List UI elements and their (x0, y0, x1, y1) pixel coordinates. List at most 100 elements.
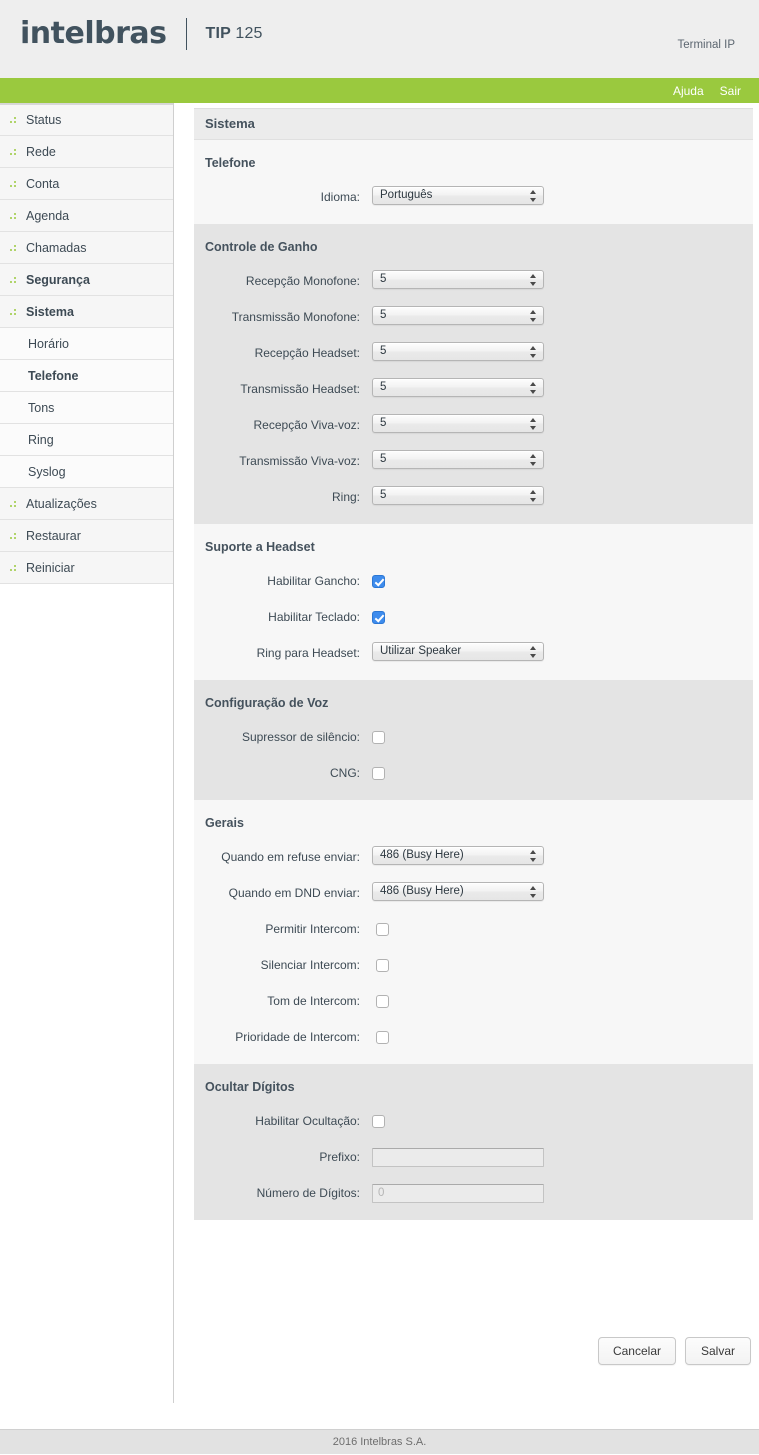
prioridade-intercom-field (372, 1030, 753, 1045)
intelbras-logo: intelbras (20, 16, 167, 51)
permitir-intercom-field (372, 922, 753, 937)
row-supressor-silencio: Supressor de silêncio: (194, 724, 753, 750)
bullet-dots-icon (10, 275, 22, 285)
chevron-updown-icon (530, 273, 537, 287)
bullet-dots-icon (10, 499, 22, 509)
ganho-select[interactable]: 5 (372, 378, 544, 397)
silenciar-intercom-field (372, 958, 753, 973)
sidebar-item-chamadas[interactable]: Chamadas (0, 232, 173, 264)
dnd-label: Quando em DND enviar: (228, 886, 360, 900)
page-footer: 2016 Intelbras S.A. (0, 1429, 759, 1454)
sidebar-item-label: Agenda (26, 208, 70, 223)
bullet-dots-icon (10, 243, 22, 253)
sidebar-item-reiniciar[interactable]: Reiniciar (0, 552, 173, 584)
permitir-intercom-checkbox[interactable] (376, 923, 389, 937)
ganho-field: 5 (372, 378, 753, 400)
ganho-select-value: 5 (380, 273, 387, 285)
bullet-dots-icon (10, 563, 22, 573)
form-actions: Cancelar Salvar (597, 1337, 751, 1365)
sidebar-item-hor-rio[interactable]: Horário (0, 328, 173, 360)
chevron-updown-icon (530, 417, 537, 431)
prefixo-input[interactable] (372, 1147, 544, 1167)
supressor-silencio-checkbox[interactable] (372, 731, 385, 745)
row-ganho: Transmissão Viva-voz: 5 (194, 448, 753, 474)
ganho-field: 5 (372, 450, 753, 472)
save-button[interactable]: Salvar (685, 1337, 751, 1365)
section-gerais-heading: Gerais (205, 816, 244, 830)
sidebar-item-agenda[interactable]: Agenda (0, 200, 173, 232)
chevron-updown-icon (530, 381, 537, 395)
ganho-select-value: 5 (380, 453, 387, 465)
bullet-dots-icon (10, 147, 22, 157)
ganho-field: 5 (372, 414, 753, 436)
section-ganho-heading: Controle de Ganho (205, 240, 318, 254)
sidebar-item-label: Chamadas (26, 240, 87, 255)
ganho-select[interactable]: 5 (372, 342, 544, 361)
sidebar-item-label: Telefone (28, 368, 79, 383)
cng-checkbox[interactable] (372, 767, 385, 781)
ganho-label: Ring: (331, 490, 360, 504)
ganho-select-value: 5 (380, 309, 387, 321)
top-nav-bar: Ajuda Sair (0, 78, 759, 103)
idioma-select[interactable]: Português (372, 186, 544, 205)
ganho-select-value: 5 (380, 417, 387, 429)
numero-digitos-field (372, 1183, 753, 1203)
numero-digitos-input[interactable] (372, 1183, 544, 1203)
content-area: Sistema Telefone Idioma: Português Contr… (174, 103, 759, 1403)
tom-intercom-field (372, 994, 753, 1009)
bullet-dots-icon (10, 531, 22, 541)
row-idioma: Idioma: Português (194, 184, 753, 210)
row-habilitar-teclado: Habilitar Teclado: (194, 604, 753, 630)
sidebar-nav: Status Rede Conta Agenda Chamadas Segurança Si… (0, 103, 173, 584)
sidebar-item-conta[interactable]: Conta (0, 168, 173, 200)
ring-headset-select[interactable]: Utilizar Speaker (372, 642, 544, 661)
prefixo-label: Prefixo: (319, 1150, 360, 1164)
sidebar-item-seguran-a[interactable]: Segurança (0, 264, 173, 296)
refuse-select[interactable]: 486 (Busy Here) (372, 846, 544, 865)
sidebar-item-restaurar[interactable]: Restaurar (0, 520, 173, 552)
bullet-dots-icon (10, 115, 22, 125)
ganho-select[interactable]: 5 (372, 306, 544, 325)
sidebar-item-atualiza-es[interactable]: Atualizações (0, 488, 173, 520)
dnd-field: 486 (Busy Here) (372, 882, 753, 904)
ganho-select[interactable]: 5 (372, 270, 544, 289)
dnd-select[interactable]: 486 (Busy Here) (372, 882, 544, 901)
row-habilitar-gancho: Habilitar Gancho: (194, 568, 753, 594)
sidebar-item-rede[interactable]: Rede (0, 136, 173, 168)
sidebar-item-label: Horário (28, 336, 69, 351)
ganho-rows: Recepção Monofone: 5 Transmissão Monofone:… (194, 268, 753, 510)
row-dnd: Quando em DND enviar: 486 (Busy Here) (194, 880, 753, 906)
habilitar-teclado-checkbox[interactable] (372, 611, 385, 625)
habilitar-gancho-field (372, 574, 753, 589)
supressor-silencio-label: Supressor de silêncio: (241, 730, 360, 744)
row-ganho: Recepção Monofone: 5 (194, 268, 753, 294)
sidebar-item-ring[interactable]: Ring (0, 424, 173, 456)
sidebar-item-label: Conta (26, 176, 60, 191)
ganho-label: Recepção Headset: (254, 346, 360, 360)
prioridade-intercom-checkbox[interactable] (376, 1031, 389, 1045)
logout-link[interactable]: Sair (720, 84, 741, 98)
help-link[interactable]: Ajuda (673, 84, 704, 98)
supressor-silencio-field (372, 730, 753, 745)
ganho-select-value: 5 (380, 381, 387, 393)
silenciar-intercom-label: Silenciar Intercom: (260, 958, 360, 972)
habilitar-gancho-checkbox[interactable] (372, 575, 385, 589)
sidebar-item-status[interactable]: Status (0, 104, 173, 136)
ganho-select[interactable]: 5 (372, 450, 544, 469)
ganho-select[interactable]: 5 (372, 414, 544, 433)
row-prioridade-intercom: Prioridade de Intercom: (194, 1024, 753, 1050)
sidebar-item-label: Syslog (28, 464, 66, 479)
cancel-button[interactable]: Cancelar (597, 1337, 676, 1365)
idioma-select-value: Português (380, 189, 433, 201)
terminal-type-label: Terminal IP (677, 39, 735, 51)
sidebar-item-syslog[interactable]: Syslog (0, 456, 173, 488)
silenciar-intercom-checkbox[interactable] (376, 959, 389, 973)
sidebar-item-tons[interactable]: Tons (0, 392, 173, 424)
sidebar-item-label: Ring (28, 432, 54, 447)
habilitar-ocultacao-checkbox[interactable] (372, 1115, 385, 1129)
sidebar-item-telefone[interactable]: Telefone (0, 360, 173, 392)
sidebar-item-sistema[interactable]: Sistema (0, 296, 173, 328)
tom-intercom-checkbox[interactable] (376, 995, 389, 1009)
ganho-select[interactable]: 5 (372, 486, 544, 505)
habilitar-ocultacao-label: Habilitar Ocultação: (255, 1114, 360, 1128)
